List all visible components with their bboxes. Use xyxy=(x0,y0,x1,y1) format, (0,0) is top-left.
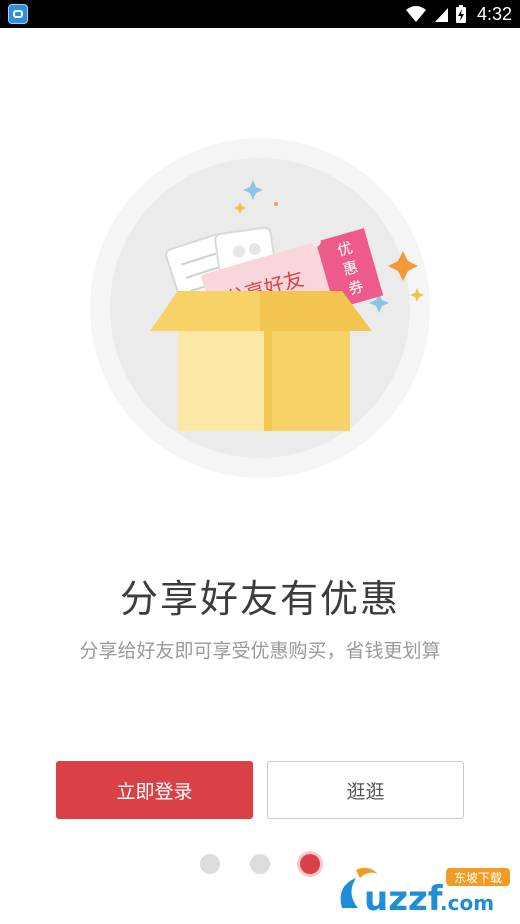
battery-charging-icon xyxy=(455,5,466,23)
wifi-icon xyxy=(405,6,426,22)
watermark-suffix: .com xyxy=(440,891,494,915)
cell-signal-icon xyxy=(434,8,448,22)
onboarding-headline: 分享好友有优惠 xyxy=(119,577,400,621)
page-dot-2[interactable] xyxy=(250,854,270,874)
app-notification-icon xyxy=(8,4,28,24)
page-dot-3-active[interactable] xyxy=(300,854,320,874)
uzzf-watermark-logo: uzzf .com 东坡下载 xyxy=(340,867,510,918)
onboarding-subtitle: 分享给好友即可享受优惠购买，省钱更划算 xyxy=(79,640,441,662)
status-bar: 4:32 xyxy=(0,0,520,28)
browse-button[interactable]: 逛逛 xyxy=(267,761,464,819)
watermark-text: uzzf xyxy=(364,879,444,918)
page-dot-1[interactable] xyxy=(200,854,220,874)
login-button[interactable]: 立即登录 xyxy=(56,761,253,819)
status-time: 4:32 xyxy=(476,3,512,24)
status-icons: 4:32 xyxy=(405,0,512,28)
watermark-badge: 东坡下载 xyxy=(454,871,502,885)
gift-box-illustration: 分享好友 优 惠 券 赏 xyxy=(90,138,430,478)
